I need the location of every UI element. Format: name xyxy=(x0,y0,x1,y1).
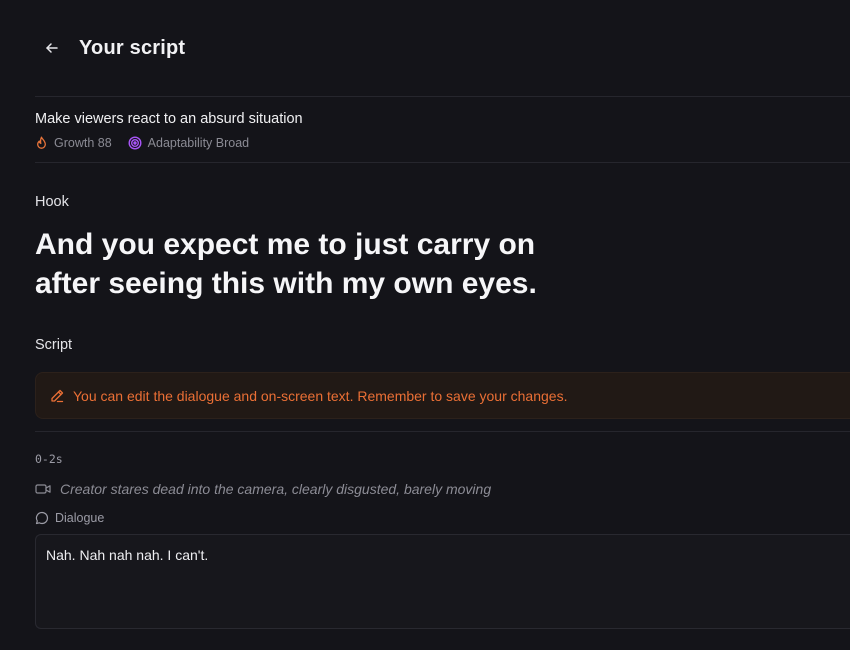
page-header: Your script xyxy=(35,0,850,96)
arrow-left-icon[interactable] xyxy=(45,41,59,55)
edit-notice: You can edit the dialogue and on-screen … xyxy=(35,372,850,419)
back-button[interactable] xyxy=(43,39,61,57)
adaptability-metric: Adaptability Broad xyxy=(128,136,249,150)
divider xyxy=(35,431,850,432)
concept-info: Make viewers react to an absurd situatio… xyxy=(35,97,850,162)
adaptability-label: Adaptability Broad xyxy=(147,136,250,150)
dialogue-textarea[interactable]: Nah. Nah nah nah. I can't. xyxy=(35,534,850,629)
speech-bubble-icon xyxy=(35,511,49,525)
concept-metrics: Growth 88 Adaptability Broad xyxy=(35,136,850,150)
hook-text: And you expect me to just carry on after… xyxy=(35,228,537,300)
video-camera-icon xyxy=(35,483,51,495)
hook-label: Hook xyxy=(35,194,69,210)
script-page: Your script Make viewers react to an abs… xyxy=(0,0,850,650)
scene-text: Creator stares dead into the camera, cle… xyxy=(60,481,492,497)
growth-label: Growth 88 xyxy=(54,136,112,150)
target-icon xyxy=(128,136,142,150)
concept-title: Make viewers react to an absurd situatio… xyxy=(35,111,303,127)
dialogue-label-text: Dialogue xyxy=(55,511,105,525)
script-segment: 0-2s Creator stares dead into the camera… xyxy=(35,452,850,629)
pencil-icon xyxy=(49,388,65,404)
divider xyxy=(35,162,850,163)
flame-icon xyxy=(35,136,48,150)
segment-time: 0-2s xyxy=(35,452,63,466)
growth-metric: Growth 88 xyxy=(35,136,112,150)
page-title: Your script xyxy=(79,36,186,59)
edit-notice-text: You can edit the dialogue and on-screen … xyxy=(73,387,568,404)
scene-direction: Creator stares dead into the camera, cle… xyxy=(35,481,850,497)
script-label: Script xyxy=(35,337,73,353)
dialogue-label: Dialogue xyxy=(35,511,850,525)
